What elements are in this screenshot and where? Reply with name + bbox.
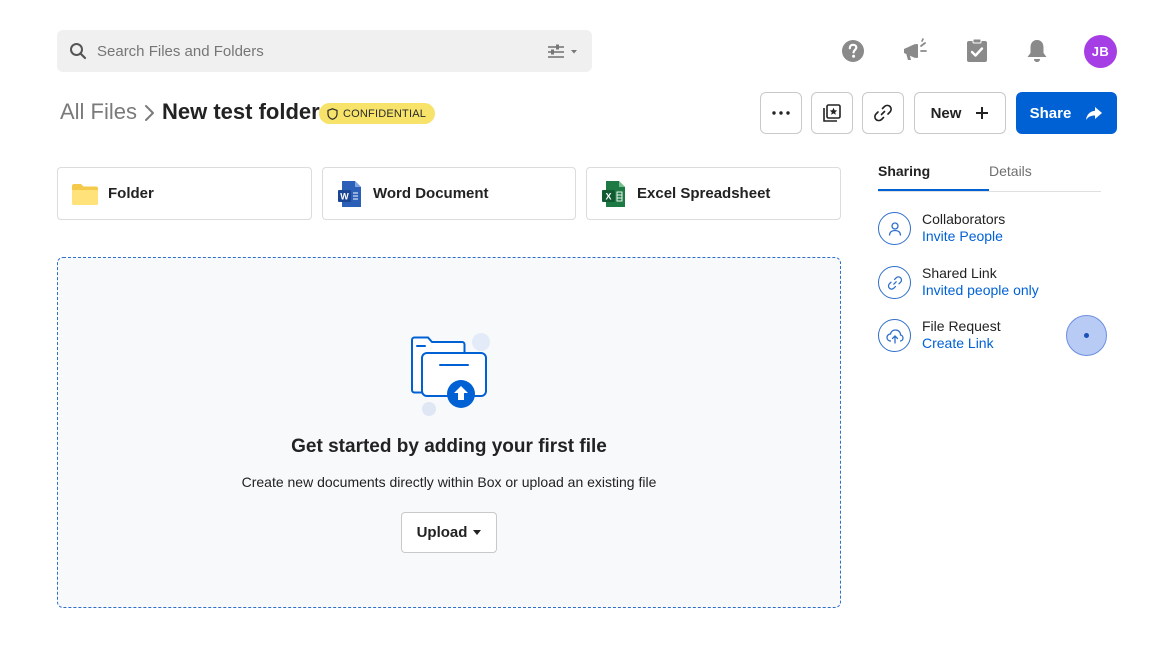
empty-state-subtitle: Create new documents directly within Box… bbox=[241, 474, 657, 490]
search-icon bbox=[70, 43, 87, 60]
sharing-item-collaborators[interactable]: Collaborators Invite People bbox=[878, 211, 1108, 247]
upload-button-label: Upload bbox=[416, 524, 468, 541]
shield-icon bbox=[327, 107, 338, 120]
caret-down-icon bbox=[473, 530, 482, 535]
page-title: New test folder bbox=[162, 99, 320, 124]
create-excel-card[interactable]: X Excel Spreadsheet bbox=[586, 167, 841, 220]
copy-link-button[interactable] bbox=[862, 92, 904, 134]
upload-drop-zone[interactable]: Get started by adding your first file Cr… bbox=[57, 257, 841, 608]
breadcrumb-all-files[interactable]: All Files bbox=[60, 99, 137, 125]
share-button[interactable]: Share bbox=[1016, 92, 1117, 134]
word-icon: W bbox=[338, 180, 361, 207]
create-word-card[interactable]: W Word Document bbox=[322, 167, 576, 220]
tab-sharing[interactable]: Sharing bbox=[878, 163, 930, 179]
sharing-item-title: Collaborators bbox=[922, 211, 1006, 227]
collections-star-icon bbox=[823, 104, 841, 122]
create-word-label: Word Document bbox=[373, 185, 489, 202]
excel-icon: X bbox=[602, 180, 625, 207]
folder-icon bbox=[72, 183, 98, 205]
create-folder-card[interactable]: Folder bbox=[57, 167, 312, 220]
new-button[interactable]: New bbox=[914, 92, 1006, 134]
classification-badge[interactable]: CONFIDENTIAL bbox=[319, 103, 436, 124]
tab-details[interactable]: Details bbox=[989, 163, 1032, 179]
active-tab-indicator bbox=[878, 189, 989, 191]
sharing-item-shared-link[interactable]: Shared Link Invited people only bbox=[878, 265, 1108, 301]
link-icon bbox=[874, 104, 892, 122]
collections-button[interactable] bbox=[811, 92, 853, 134]
link-icon bbox=[878, 266, 911, 299]
upload-folder-illustration-icon bbox=[411, 333, 490, 416]
share-button-label: Share bbox=[1029, 104, 1072, 122]
sharing-item-title: Shared Link bbox=[922, 265, 997, 281]
search-filter-icon[interactable] bbox=[547, 43, 579, 59]
person-icon bbox=[878, 212, 911, 245]
badge-label: CONFIDENTIAL bbox=[343, 107, 427, 120]
invite-people-link[interactable]: Invite People bbox=[922, 228, 1003, 244]
search-input[interactable] bbox=[97, 40, 517, 62]
share-arrow-icon bbox=[1086, 106, 1103, 120]
create-folder-label: Folder bbox=[108, 185, 154, 202]
search-bar[interactable] bbox=[57, 30, 592, 72]
plus-icon bbox=[976, 107, 989, 119]
cursor-dot bbox=[1084, 333, 1089, 338]
empty-state-title: Get started by adding your first file bbox=[291, 436, 607, 457]
svg-text:X: X bbox=[605, 191, 611, 201]
more-options-button[interactable] bbox=[760, 92, 802, 134]
avatar[interactable]: JB bbox=[1084, 35, 1117, 68]
notifications-icon[interactable] bbox=[1023, 37, 1051, 65]
create-link-link[interactable]: Create Link bbox=[922, 335, 994, 351]
cursor-indicator bbox=[1066, 315, 1107, 356]
upload-button[interactable]: Upload bbox=[401, 512, 497, 553]
tasks-icon[interactable] bbox=[963, 37, 991, 65]
shared-link-access-link[interactable]: Invited people only bbox=[922, 282, 1039, 298]
sidebar-tabs: Sharing Details bbox=[878, 160, 1101, 192]
new-button-label: New bbox=[930, 104, 962, 122]
sharing-item-title: File Request bbox=[922, 318, 1001, 334]
announcements-icon[interactable] bbox=[900, 37, 928, 65]
help-icon[interactable] bbox=[839, 37, 867, 65]
svg-text:W: W bbox=[340, 191, 349, 201]
upload-cloud-icon bbox=[878, 319, 911, 352]
create-excel-label: Excel Spreadsheet bbox=[637, 185, 771, 202]
chevron-right-icon bbox=[145, 105, 154, 121]
ellipsis-icon bbox=[772, 111, 790, 115]
